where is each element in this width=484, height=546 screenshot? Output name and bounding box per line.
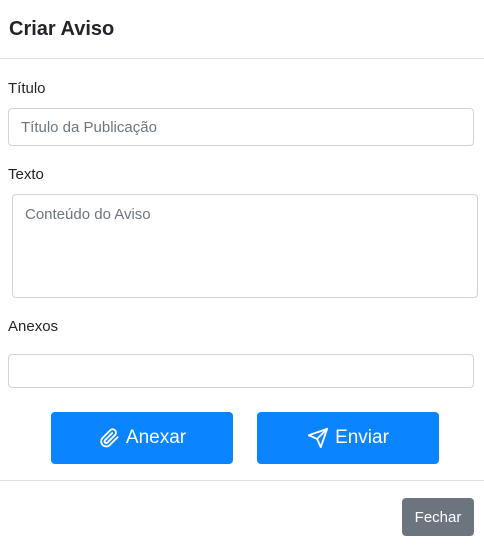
create-notice-modal: Criar Aviso Título Texto Anexos Anexar E… — [0, 0, 484, 546]
anexos-label: Anexos — [8, 318, 59, 335]
enviar-button[interactable]: Enviar — [257, 412, 439, 464]
texto-textarea[interactable] — [12, 194, 478, 298]
fechar-button[interactable]: Fechar — [402, 498, 474, 536]
anexar-button[interactable]: Anexar — [51, 412, 233, 464]
paperclip-icon — [98, 427, 120, 449]
modal-title: Criar Aviso — [9, 18, 115, 40]
anexar-button-label: Anexar — [125, 427, 187, 448]
texto-label: Texto — [8, 166, 44, 183]
enviar-button-label: Enviar — [335, 427, 389, 448]
send-icon — [307, 427, 329, 449]
titulo-label: Título — [8, 80, 46, 97]
modal-footer: Fechar — [0, 480, 484, 546]
modal-header: Criar Aviso — [0, 0, 484, 59]
anexos-input[interactable] — [8, 354, 474, 388]
titulo-input[interactable] — [8, 108, 474, 146]
